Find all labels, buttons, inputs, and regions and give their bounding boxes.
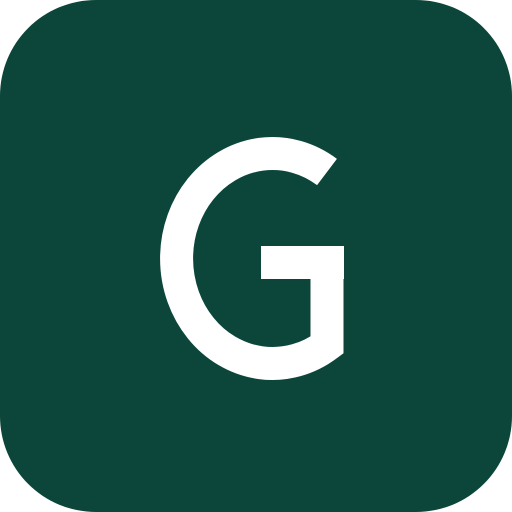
app-icon[interactable]: G <box>0 0 512 512</box>
letter-g-icon <box>160 137 344 380</box>
